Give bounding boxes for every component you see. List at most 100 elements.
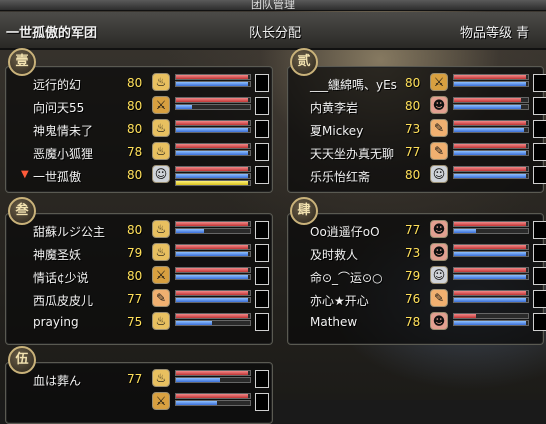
member-row[interactable]: Mathew 78 ☻ xyxy=(0,312,546,334)
mp-bar-fill xyxy=(454,174,526,178)
member-row[interactable]: 乐乐怡红斋 80 ☺ xyxy=(0,165,546,187)
brush-icon: ✎ xyxy=(430,289,448,307)
member-slot-box[interactable] xyxy=(533,267,546,285)
member-slot-box[interactable] xyxy=(533,290,546,308)
member-slot-box[interactable] xyxy=(533,74,546,92)
brush-icon: ✎ xyxy=(430,119,448,137)
mp-bar-fill xyxy=(454,298,526,302)
hp-bar-fill xyxy=(454,144,526,148)
member-name[interactable]: Oo逍遥仔oO xyxy=(310,223,380,240)
status-bars xyxy=(453,165,529,185)
status-bars xyxy=(175,369,251,389)
hp-bar xyxy=(453,97,529,103)
hp-bar-fill xyxy=(454,121,526,125)
hp-bar-fill xyxy=(454,314,477,318)
hp-bar xyxy=(453,267,529,273)
member-level: 73 xyxy=(405,122,421,136)
hp-bar xyxy=(453,74,529,80)
leader-assign-button[interactable]: 队长分配 xyxy=(249,22,301,41)
member-row[interactable]: ___纏綿嗎、yEs 80 ⚔ xyxy=(0,73,546,95)
face-icon: ☻ xyxy=(430,243,448,261)
member-name[interactable]: 及时救人 xyxy=(310,246,358,263)
mp-bar-fill xyxy=(454,151,526,155)
member-name[interactable]: ___纏綿嗎、yEs xyxy=(310,76,397,93)
sword-icon: ⚔ xyxy=(152,392,170,410)
hp-bar-fill xyxy=(454,222,526,226)
member-slot-box[interactable] xyxy=(255,393,269,411)
member-slot-box[interactable] xyxy=(533,120,546,138)
brush-icon: ✎ xyxy=(430,142,448,160)
mp-bar-fill xyxy=(454,275,526,279)
hp-bar-fill xyxy=(454,75,526,79)
member-name[interactable]: 天天坐办真无聊 xyxy=(310,145,394,162)
mp-bar xyxy=(453,81,529,87)
hp-bar xyxy=(175,370,251,376)
member-row[interactable]: 命⊙_⌒运⊙○ 79 ☺ xyxy=(0,266,546,288)
mask-icon: ☺ xyxy=(430,266,448,284)
member-name[interactable]: 内黄李岩 xyxy=(310,99,358,116)
member-slot-box[interactable] xyxy=(533,143,546,161)
team-name: 一世孤傲的军团 xyxy=(6,26,98,41)
mp-bar-fill xyxy=(454,229,477,233)
hp-bar-fill xyxy=(176,371,248,375)
mp-bar xyxy=(453,274,529,280)
hp-bar-fill xyxy=(454,167,526,171)
member-slot-box[interactable] xyxy=(533,221,546,239)
member-name[interactable]: 乐乐怡红斋 xyxy=(310,168,370,185)
member-slot-box[interactable] xyxy=(255,370,269,388)
member-name[interactable]: 亦心★开心 xyxy=(310,292,369,309)
hp-bar xyxy=(453,143,529,149)
member-name[interactable]: 血は葬ん xyxy=(33,372,81,389)
member-row[interactable]: 天天坐办真无聊 77 ✎ xyxy=(0,142,546,164)
member-row[interactable]: ⚔ xyxy=(0,392,546,414)
hp-bar xyxy=(453,290,529,296)
member-row[interactable]: 及时救人 73 ☻ xyxy=(0,243,546,265)
member-slot-box[interactable] xyxy=(533,166,546,184)
status-bars xyxy=(453,243,529,263)
mp-bar-fill xyxy=(454,82,526,86)
member-level: 78 xyxy=(405,315,421,329)
member-level: 77 xyxy=(405,145,421,159)
member-level: 73 xyxy=(405,246,421,260)
mp-bar-fill xyxy=(454,321,526,325)
member-level: 79 xyxy=(405,269,421,283)
member-row[interactable]: 血は葬ん 77 ♨ xyxy=(0,369,546,391)
mp-bar xyxy=(453,251,529,257)
face-icon: ☻ xyxy=(430,96,448,114)
member-name[interactable]: Mathew xyxy=(310,315,357,329)
member-slot-box[interactable] xyxy=(533,244,546,262)
hp-bar xyxy=(453,120,529,126)
member-row[interactable]: Oo逍遥仔oO 77 ☻ xyxy=(0,220,546,242)
status-bars xyxy=(453,312,529,332)
mp-bar xyxy=(453,320,529,326)
mp-bar xyxy=(453,127,529,133)
window-titlebar: 团队管理 xyxy=(0,0,546,11)
face-icon: ☻ xyxy=(430,312,448,330)
member-level: 77 xyxy=(127,372,143,386)
mp-bar-fill xyxy=(454,252,526,256)
hp-bar xyxy=(175,393,251,399)
window-title: 团队管理 xyxy=(251,0,295,11)
member-row[interactable]: 内黄李岩 80 ☻ xyxy=(0,96,546,118)
item-grade-selector[interactable]: 物品等级 青 xyxy=(460,22,529,41)
member-row[interactable]: 亦心★开心 76 ✎ xyxy=(0,289,546,311)
mp-bar xyxy=(453,228,529,234)
hp-bar xyxy=(453,313,529,319)
status-bars xyxy=(453,142,529,162)
member-level: 77 xyxy=(405,223,421,237)
status-bars xyxy=(453,119,529,139)
member-level: 80 xyxy=(405,99,421,113)
status-bars xyxy=(453,266,529,286)
mp-bar xyxy=(175,377,251,383)
member-slot-box[interactable] xyxy=(533,97,546,115)
member-name[interactable]: 夏Mickey xyxy=(310,122,363,139)
member-slot-box[interactable] xyxy=(533,313,546,331)
member-name[interactable]: 命⊙_⌒运⊙○ xyxy=(310,269,383,286)
mp-bar xyxy=(453,297,529,303)
mp-bar xyxy=(175,400,251,406)
hp-bar xyxy=(453,221,529,227)
member-row[interactable]: 夏Mickey 73 ✎ xyxy=(0,119,546,141)
status-bars xyxy=(453,220,529,240)
sword-icon: ⚔ xyxy=(430,73,448,91)
mask-icon: ☺ xyxy=(430,165,448,183)
